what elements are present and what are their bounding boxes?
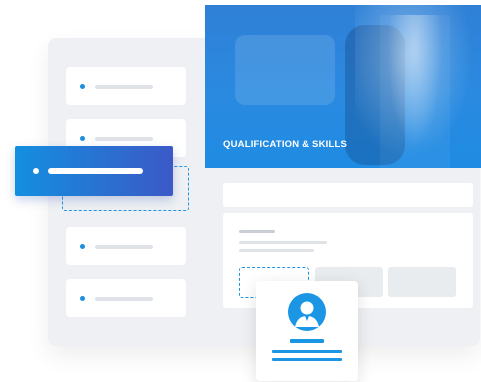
list-item-active[interactable] bbox=[15, 146, 173, 196]
list-item-5[interactable] bbox=[66, 279, 186, 317]
bullet-icon bbox=[80, 84, 85, 89]
photo-window-shape bbox=[235, 35, 335, 105]
placeholder-text bbox=[95, 137, 153, 141]
placeholder-text bbox=[239, 241, 327, 244]
placeholder-name bbox=[290, 339, 324, 343]
bullet-icon bbox=[80, 244, 85, 249]
option-button[interactable] bbox=[388, 267, 456, 297]
hero-image-card[interactable]: QUALIFICATION & SKILLS bbox=[205, 5, 481, 168]
user-avatar-icon bbox=[288, 293, 326, 331]
placeholder-text bbox=[272, 350, 342, 353]
bullet-icon bbox=[33, 168, 39, 174]
hero-title: QUALIFICATION & SKILLS bbox=[223, 139, 348, 150]
input-field[interactable] bbox=[223, 183, 473, 207]
placeholder-text bbox=[239, 249, 314, 252]
list-item-4[interactable] bbox=[66, 227, 186, 265]
bullet-icon bbox=[80, 296, 85, 301]
placeholder-text bbox=[95, 245, 153, 249]
placeholder-text bbox=[95, 297, 153, 301]
placeholder-text bbox=[48, 168, 143, 174]
placeholder-heading bbox=[239, 230, 275, 233]
profile-card[interactable] bbox=[256, 281, 358, 381]
bullet-icon bbox=[80, 136, 85, 141]
photo-highlight bbox=[355, 5, 481, 168]
placeholder-text bbox=[272, 358, 342, 361]
placeholder-text bbox=[95, 85, 153, 89]
list-item-1[interactable] bbox=[66, 67, 186, 105]
